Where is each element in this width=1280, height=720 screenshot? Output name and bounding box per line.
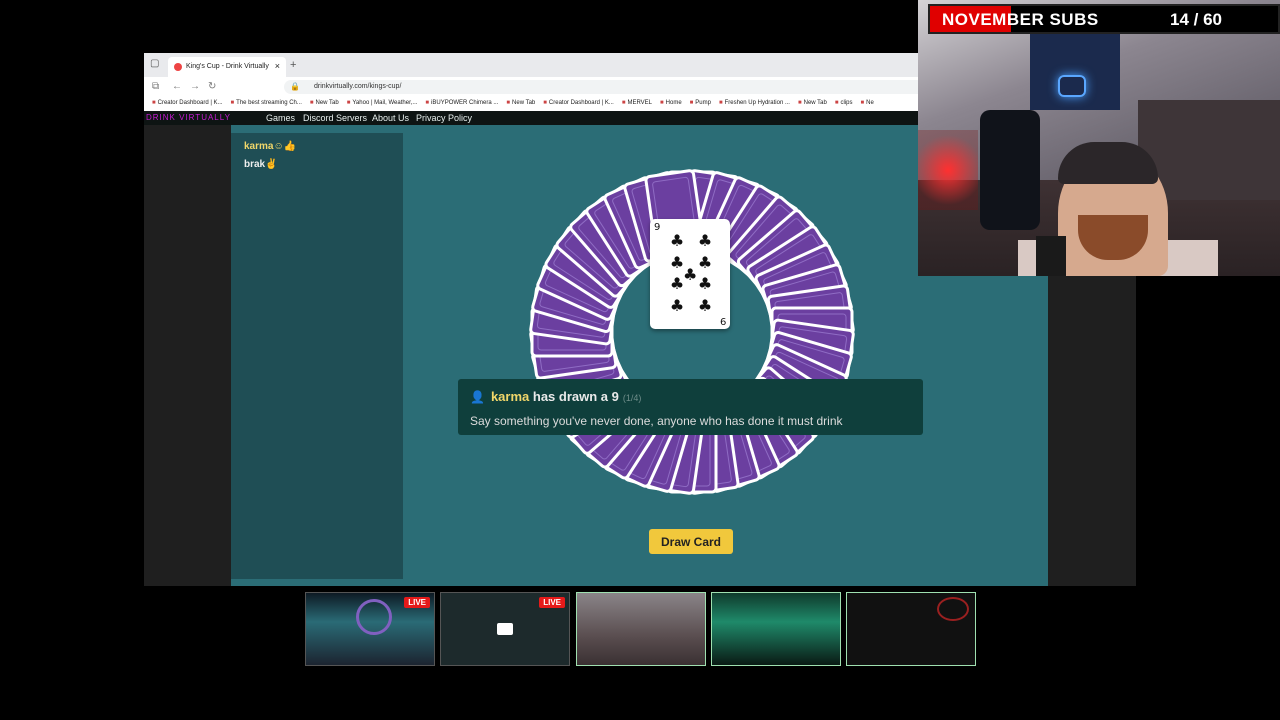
live-badge: LIVE	[404, 597, 430, 608]
nav-about-us[interactable]: About Us	[372, 113, 409, 123]
bookmark-item[interactable]: Yahoo | Mail, Weather,...	[347, 100, 417, 106]
close-tab-icon[interactable]: ×	[275, 61, 280, 71]
forward-icon[interactable]: →	[190, 81, 200, 92]
club-icon: ♣	[697, 295, 713, 315]
favicon-icon	[174, 63, 182, 71]
reload-icon[interactable]: ↻	[208, 81, 216, 92]
thumbnail-desktop[interactable]: LIVE	[440, 592, 570, 666]
player-item-karma: karma☺👍	[244, 141, 297, 152]
message-player: karma	[490, 389, 530, 404]
card-rank-top: 9	[654, 222, 661, 233]
thumbnail-webcam-1[interactable]	[576, 592, 706, 666]
bookmark-item[interactable]: New Tab	[506, 100, 535, 106]
card-pips: ♣ ♣ ♣ ♣ ♣ ♣ ♣ ♣ ♣	[663, 231, 719, 317]
sidebar-icon[interactable]: ⧉	[152, 81, 159, 92]
webcam-red-light	[918, 130, 978, 210]
club-icon: ♣	[669, 295, 685, 315]
bookmark-item[interactable]: New Tab	[310, 100, 339, 106]
player-list: karma☺👍 brak✌	[231, 133, 403, 579]
new-tab-button[interactable]: +	[290, 59, 296, 71]
thumbnail-webcam-2[interactable]	[711, 592, 841, 666]
tab-title: King's Cup - Drink Virtually	[186, 63, 269, 70]
thumbnail-webcam-3[interactable]	[846, 592, 976, 666]
nav-games[interactable]: Games	[266, 113, 295, 123]
webcam-banner	[1030, 30, 1120, 110]
bookmark-item[interactable]: New Tab	[798, 100, 827, 106]
card-fan-icon	[356, 599, 392, 635]
nav-privacy-policy[interactable]: Privacy Policy	[416, 113, 472, 123]
webcam-feed	[918, 0, 1280, 276]
player-item-brak: brak✌	[244, 159, 278, 170]
thumbnail-kings-cup[interactable]: LIVE	[305, 592, 435, 666]
microphone-icon	[1036, 236, 1066, 276]
lock-icon: 🔒	[290, 82, 300, 91]
club-icon: ♣	[697, 231, 713, 250]
controller-sign-icon	[1058, 75, 1086, 97]
back-icon[interactable]: ←	[172, 81, 182, 92]
site-logo[interactable]: DRINK VIRTUALLY	[146, 113, 231, 122]
card-fan[interactable]	[527, 167, 857, 497]
streamer-cap	[1058, 142, 1158, 184]
drawn-card: 9 9 ♣ ♣ ♣ ♣ ♣ ♣ ♣ ♣ ♣	[650, 219, 730, 329]
bookmark-item[interactable]: The best streaming Ch...	[231, 100, 302, 106]
bookmark-item[interactable]: Creator Dashboard | K...	[152, 100, 223, 106]
url-text: drinkvirtually.com/kings-cup/	[314, 83, 402, 90]
gaming-chair	[980, 110, 1040, 230]
club-icon: ♣	[683, 265, 698, 284]
bookmark-item[interactable]: Home	[660, 100, 682, 106]
draw-card-button[interactable]: Draw Card	[649, 529, 733, 554]
bookmark-item[interactable]: MERVEL	[622, 100, 652, 106]
card-rule: Say something you've never done, anyone …	[470, 414, 843, 428]
bookmark-item[interactable]: iBUYPOWER Chimera ...	[425, 100, 498, 106]
subs-goal-count: 14 / 60	[1170, 10, 1222, 29]
stop-sign-icon	[937, 597, 969, 621]
draw-message: 👤 karma has drawn a 9 (1/4) Say something …	[458, 379, 923, 435]
bookmark-item[interactable]: Pump	[690, 100, 711, 106]
subs-goal-bar: NOVEMBER SUBS 14 / 60	[928, 4, 1280, 34]
message-text: has drawn a 9	[532, 389, 619, 404]
card-counter: (1/4)	[622, 393, 642, 403]
subs-goal-label: NOVEMBER SUBS	[942, 10, 1099, 29]
club-icon: ♣	[669, 231, 685, 250]
bookmark-item[interactable]: Ne	[861, 100, 874, 106]
window-menu-icon[interactable]: ▢	[150, 58, 159, 69]
card-rank-bottom: 9	[719, 315, 726, 326]
browser-tab[interactable]: King's Cup - Drink Virtually ×	[168, 57, 286, 77]
monitor-icon	[497, 623, 513, 635]
bookmark-item[interactable]: Freshen Up Hydration ...	[719, 100, 790, 106]
live-badge: LIVE	[539, 597, 565, 608]
person-icon: 👤	[470, 390, 485, 404]
bookmark-item[interactable]: clips	[835, 100, 852, 106]
bookmark-item[interactable]: Creator Dashboard | K...	[543, 100, 614, 106]
nav-discord-servers[interactable]: Discord Servers	[303, 113, 367, 123]
